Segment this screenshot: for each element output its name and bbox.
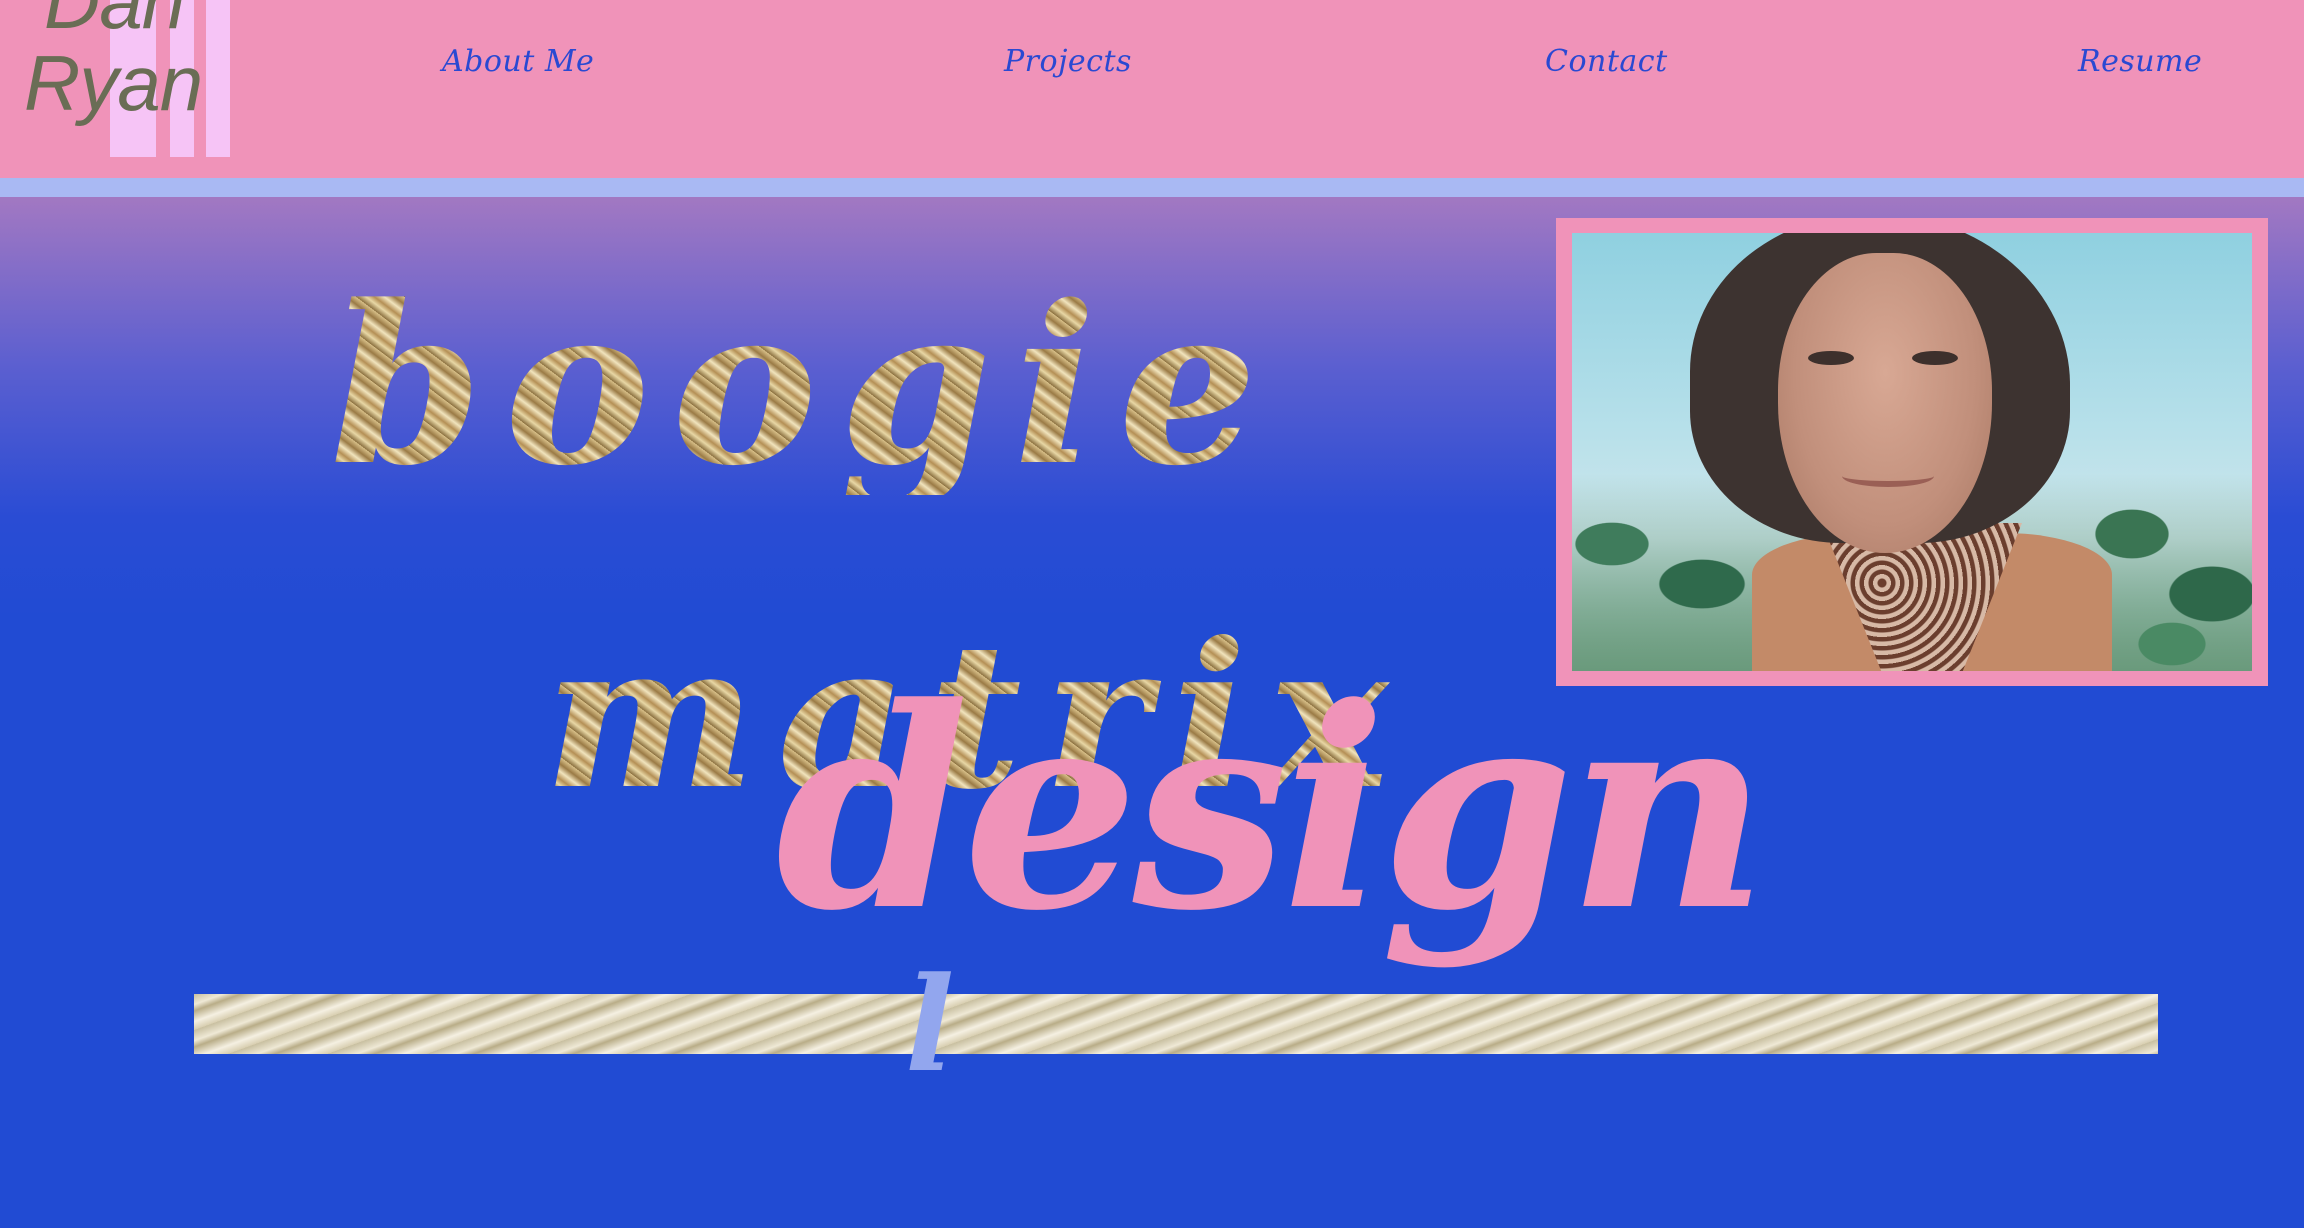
profile-photo-frame — [1556, 218, 2268, 686]
nav-resume[interactable]: Resume — [2078, 44, 2202, 79]
nav-about-me[interactable]: About Me — [442, 44, 594, 79]
nav-projects[interactable]: Projects — [1004, 44, 1132, 79]
hero-word-design: design — [776, 648, 1768, 972]
logo-bar — [206, 0, 230, 157]
logo-last-name: Ryan — [24, 39, 203, 127]
logo-first-name: Dan — [44, 0, 185, 45]
photo-face — [1778, 253, 1992, 553]
nav-contact[interactable]: Contact — [1545, 44, 1668, 79]
logo-text: Dan Ryan — [24, 0, 203, 127]
photo-smile — [1842, 465, 1934, 487]
profile-photo — [1572, 233, 2252, 671]
photo-eye-right — [1912, 351, 1958, 365]
hero-word-boogie: boogie — [330, 258, 1280, 514]
site-logo[interactable]: Dan Ryan — [0, 0, 240, 160]
site-header: Dan Ryan About Me Projects Contact Resum… — [0, 0, 2304, 178]
photo-eye-left — [1808, 351, 1854, 365]
header-divider — [0, 178, 2304, 197]
marble-banner — [194, 994, 2158, 1054]
marble-banner-letter: l — [905, 948, 955, 1101]
